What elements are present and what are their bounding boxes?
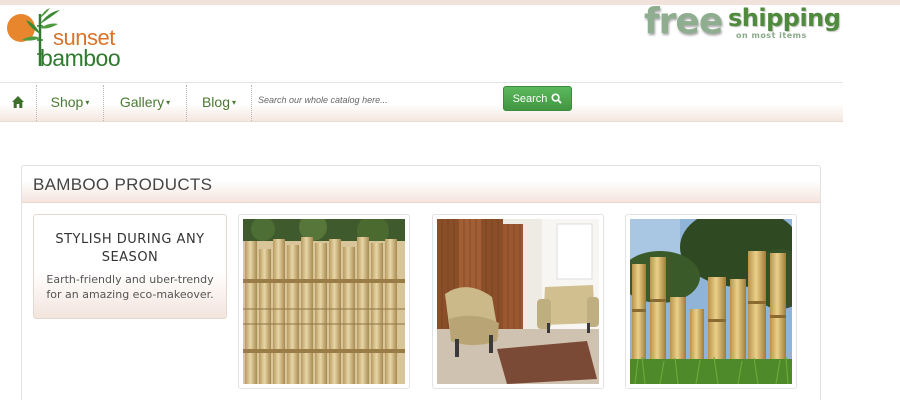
- caret-down-icon: ▾: [232, 97, 237, 107]
- search-button-label: Search: [512, 92, 548, 105]
- free-shipping-word-shipping: shipping: [728, 4, 841, 32]
- nav-home-button[interactable]: [0, 83, 36, 121]
- nav-shop-menu[interactable]: Shop ▾: [37, 83, 103, 121]
- product-thumbnail-bamboo-poles[interactable]: [625, 214, 797, 389]
- promo-title: STYLISH DURING ANY SEASON: [55, 232, 205, 265]
- promo-text: Earth-friendly and uber-trendy for an am…: [46, 273, 214, 301]
- caret-down-icon: ▾: [85, 97, 90, 107]
- logo-text-bamboo: bamboo: [40, 45, 121, 71]
- caret-down-icon: ▾: [166, 97, 171, 107]
- search-button[interactable]: Search: [503, 86, 572, 111]
- search-icon: [551, 93, 563, 104]
- product-thumbnail-fence[interactable]: [238, 214, 410, 389]
- nav-blog-menu[interactable]: Blog ▾: [187, 83, 251, 121]
- free-shipping-banner: free shipping on most items: [642, 2, 852, 46]
- bamboo-room-divider-image: [437, 219, 599, 384]
- product-thumbnail-room-divider[interactable]: [432, 214, 604, 389]
- season-promo-box[interactable]: STYLISH DURING ANY SEASON Earth-friendly…: [33, 214, 227, 319]
- site-logo[interactable]: sunset bamboo: [4, 6, 134, 70]
- catalog-search-input[interactable]: [253, 86, 488, 114]
- bamboo-fence-image: [243, 219, 405, 384]
- home-icon: [12, 96, 24, 108]
- nav-blog-label: Blog: [201, 94, 230, 110]
- nav-separator: [251, 85, 252, 121]
- nav-shop-label: Shop: [50, 94, 84, 110]
- free-shipping-subtext: on most items: [736, 31, 807, 40]
- panel-title: BAMBOO PRODUCTS: [33, 175, 213, 194]
- bamboo-poles-image: [630, 219, 792, 384]
- panel-header: BAMBOO PRODUCTS: [22, 166, 820, 203]
- nav-gallery-menu[interactable]: Gallery ▾: [104, 83, 186, 121]
- free-shipping-word-free: free: [644, 1, 723, 42]
- nav-gallery-label: Gallery: [119, 94, 165, 110]
